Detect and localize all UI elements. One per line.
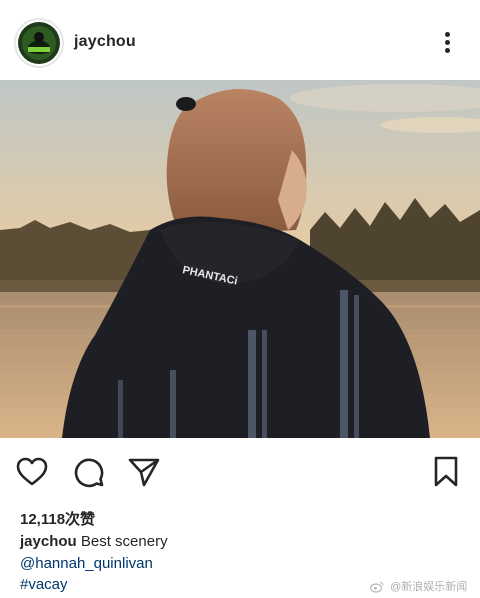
more-dot-icon [445, 32, 450, 37]
likes-count[interactable]: 12,118次赞 [20, 508, 95, 529]
post-actions [0, 440, 480, 500]
comment-button[interactable] [71, 454, 107, 490]
post-photo[interactable]: PHANTACi [0, 80, 480, 438]
more-options-button[interactable] [436, 28, 460, 58]
more-dot-icon [445, 40, 450, 45]
avatar[interactable] [14, 18, 64, 68]
caption-text: Best scenery [80, 533, 168, 550]
post-username[interactable]: jaychou [74, 33, 136, 51]
more-dot-icon [445, 48, 450, 53]
avatar-image [18, 22, 60, 64]
post-header: jaychou [0, 0, 480, 80]
bookmark-icon [434, 456, 458, 487]
caption-hashtag-link[interactable]: #vacay [20, 576, 68, 593]
share-button[interactable] [126, 454, 162, 490]
send-paper-plane-icon [128, 458, 160, 487]
heart-icon [16, 457, 48, 486]
like-button[interactable] [14, 454, 50, 490]
weibo-logo-icon [370, 582, 384, 593]
caption-mention-link[interactable]: @hannah_quinlivan [20, 555, 153, 572]
save-button[interactable] [428, 454, 464, 490]
lakeside-scene: PHANTACi [0, 80, 480, 438]
post-caption: jaychou Best scenery [20, 533, 168, 550]
caption-username[interactable]: jaychou [20, 533, 77, 550]
comment-bubble-icon [74, 458, 104, 488]
watermark: @新浪娱乐新闻 [370, 578, 467, 594]
watermark-text: @新浪娱乐新闻 [390, 581, 468, 593]
